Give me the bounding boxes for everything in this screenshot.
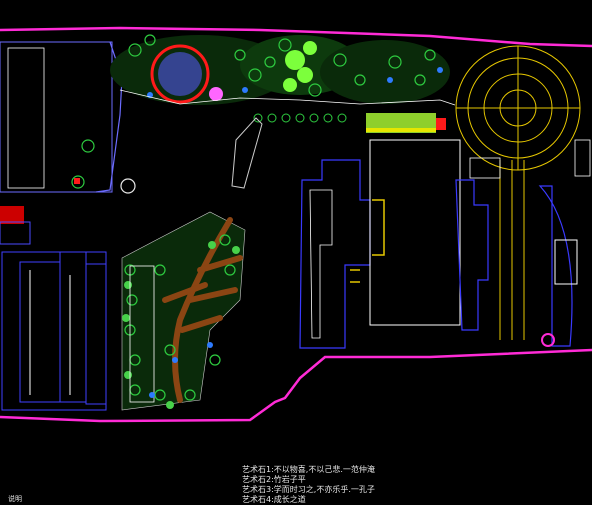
building-left-bottom bbox=[1, 251, 107, 411]
water-pool-icon bbox=[158, 52, 202, 96]
building-left-top bbox=[0, 41, 113, 193]
pink-fountain bbox=[209, 87, 223, 101]
red-stair-block bbox=[0, 206, 24, 224]
legend-line-1: 艺术石1:不以物喜,不以己悲.一范仲淹 bbox=[242, 465, 375, 474]
legend-line-3: 艺术石3:学而时习之,不亦乐乎.一孔子 bbox=[242, 485, 375, 494]
legend-line-2: 艺术石2:竹岩子平 bbox=[242, 475, 306, 484]
legend: 艺术石1:不以物喜,不以己悲.一范仲淹 艺术石2:竹岩子平 艺术石3:学而时习之… bbox=[242, 465, 375, 505]
hedge-row bbox=[253, 113, 347, 123]
red-marker bbox=[436, 118, 446, 130]
blue-stair-block bbox=[0, 221, 31, 245]
small-red-marker bbox=[74, 178, 80, 184]
diagonal-walkway bbox=[231, 117, 263, 189]
left-small-trees bbox=[71, 139, 136, 194]
cad-drawing-canvas[interactable] bbox=[0, 0, 592, 504]
central-building bbox=[299, 139, 489, 349]
yellow-strip bbox=[366, 128, 436, 132]
bottom-note: 说明 bbox=[8, 495, 22, 503]
right-building bbox=[538, 139, 591, 347]
building-left-top-inner bbox=[7, 47, 45, 189]
